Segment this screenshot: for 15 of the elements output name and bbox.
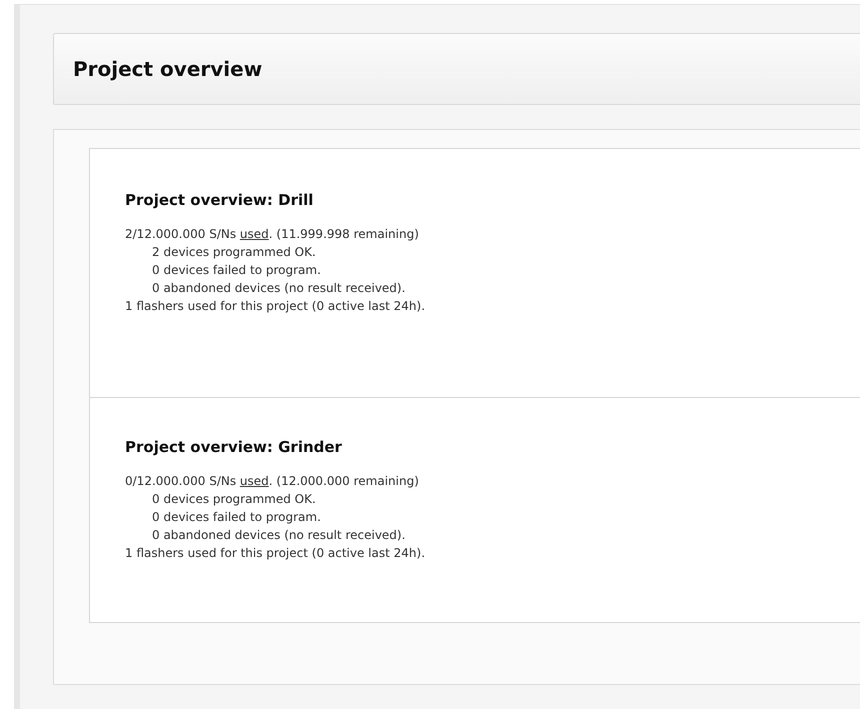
stat-line: 1 flashers used for this project (0 active last 24h). bbox=[125, 545, 426, 562]
project-title: Project overview: Grinder bbox=[125, 438, 343, 456]
used-link[interactable]: used bbox=[240, 227, 269, 241]
stat-line: 0 devices failed to program. bbox=[151, 262, 322, 279]
used-link[interactable]: used bbox=[240, 474, 269, 488]
page-title: Project overview bbox=[73, 57, 262, 81]
stat-line: 1 flashers used for this project (0 active last 24h). bbox=[125, 298, 426, 315]
project-title: Project overview: Drill bbox=[125, 191, 314, 209]
stat-line: 0 devices programmed OK. bbox=[151, 491, 317, 508]
stat-line: 2 devices programmed OK. bbox=[151, 244, 317, 261]
stat-line: 0 devices failed to program. bbox=[151, 509, 322, 526]
stat-line: 0 abandoned devices (no result received). bbox=[151, 280, 406, 297]
usage-summary: 0/12.000.000 S/Ns used. (12.000.000 remaining) bbox=[125, 473, 420, 490]
stat-line: 0 abandoned devices (no result received). bbox=[151, 527, 406, 544]
usage-summary: 2/12.000.000 S/Ns used. (11.999.998 remaining) bbox=[125, 226, 420, 243]
